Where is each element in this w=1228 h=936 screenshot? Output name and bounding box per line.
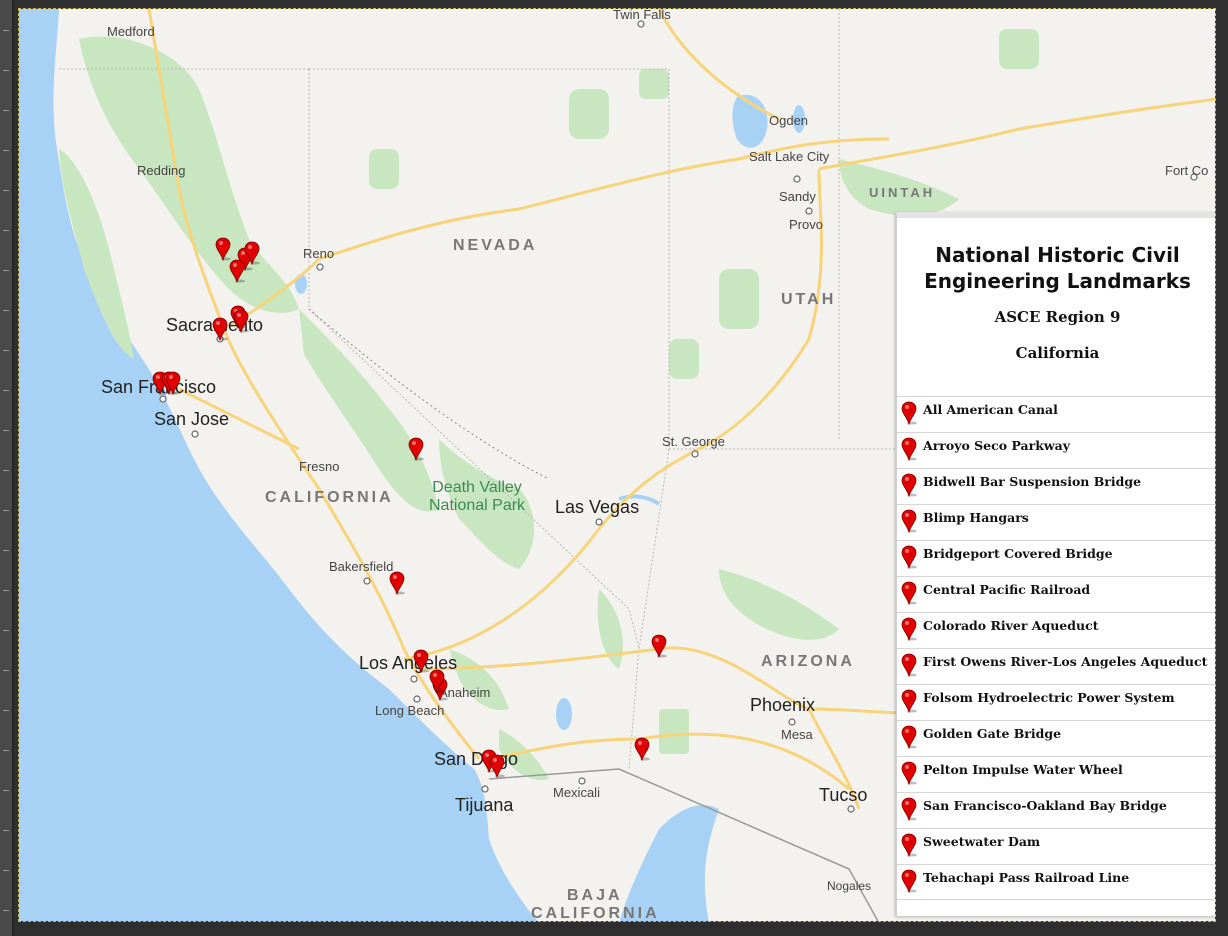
label-ogden: Ogden [769, 113, 809, 128]
map-pin-icon[interactable] [229, 259, 245, 284]
legend-item-label: Bidwell Bar Suspension Bridge [923, 474, 1142, 489]
label-mexicali: Mexicali [553, 785, 600, 800]
legend-item-label: Arroyo Seco Parkway [923, 438, 1070, 453]
label-sandy: Sandy [779, 189, 816, 204]
map-pin-icon[interactable] [165, 371, 181, 396]
label-bakersfield: Bakersfield [329, 559, 394, 574]
map-pin-icon[interactable] [389, 571, 405, 596]
label-fresno: Fresno [299, 459, 340, 474]
label-baja-california: CALIFORNIA [531, 905, 660, 922]
legend-item-label: San Francisco-Oakland Bay Bridge [923, 798, 1167, 813]
map-pin-icon [901, 581, 917, 606]
legend-item-label: Pelton Impulse Water Wheel [923, 762, 1123, 777]
label-twin-falls: Twin Falls [613, 8, 671, 22]
label-tucson: Tucso [819, 785, 868, 805]
map-pin-icon[interactable] [429, 669, 445, 694]
label-death-valley-line1: Death Valley [432, 479, 522, 496]
legend-item[interactable]: Folsom Hydroelectric Power System [897, 684, 1215, 720]
legend-item-label: Folsom Hydroelectric Power System [923, 690, 1175, 705]
label-baja: BAJA [567, 887, 623, 904]
label-death-valley-line2: National Park [429, 497, 526, 514]
label-uintah: UINTAH [869, 185, 936, 200]
label-las-vegas: Las Vegas [555, 497, 640, 517]
legend-title: National Historic Civil Engineering Land… [924, 243, 1191, 293]
viewer-frame: Medford Twin Falls Ogden Salt Lake City … [0, 0, 1228, 936]
label-long-beach: Long Beach [375, 703, 445, 718]
label-death-valley: Death Valley National Park [429, 479, 525, 515]
label-redding: Redding [137, 163, 186, 178]
legend-item[interactable]: All American Canal [897, 396, 1215, 432]
label-california: CALIFORNIA [265, 489, 394, 506]
label-nevada: NEVADA [453, 237, 538, 254]
legend-panel: National Historic Civil Engineering Land… [896, 212, 1215, 916]
label-salt-lake-city: Salt Lake City [749, 149, 830, 164]
legend-item[interactable]: San Francisco-Oakland Bay Bridge [897, 792, 1215, 828]
legend-item[interactable]: Golden Gate Bridge [897, 720, 1215, 756]
label-arizona: ARIZONA [761, 653, 855, 670]
label-san-diego: San Diego [434, 749, 519, 769]
legend-item[interactable]: Colorado River Aqueduct [897, 612, 1215, 648]
label-reno: Reno [303, 246, 335, 261]
legend-item[interactable]: Blimp Hangars [897, 504, 1215, 540]
label-medford: Medford [107, 24, 155, 39]
legend-item-label: Golden Gate Bridge [923, 726, 1062, 741]
map-pin-icon [901, 689, 917, 714]
map-pin-icon [901, 401, 917, 426]
map-pin-icon[interactable] [244, 241, 260, 266]
map-pin-icon [901, 869, 917, 894]
legend-item[interactable]: Tehachapi Pass Railroad Line [897, 864, 1215, 900]
map-pin-icon[interactable] [651, 634, 667, 659]
map-pin-icon [901, 761, 917, 786]
legend-item[interactable]: First Owens River-Los Angeles Aqueduct [897, 648, 1215, 684]
label-san-jose: San Jose [154, 409, 230, 429]
legend-item[interactable]: Bidwell Bar Suspension Bridge [897, 468, 1215, 504]
map-pin-icon[interactable] [212, 317, 228, 342]
label-tijuana: Tijuana [455, 795, 514, 815]
map-pin-icon[interactable] [634, 737, 650, 762]
map-pin-icon [901, 725, 917, 750]
legend-item-label: Blimp Hangars [923, 510, 1029, 525]
legend-item[interactable]: Central Pacific Railroad [897, 576, 1215, 612]
legend-item-label: Bridgeport Covered Bridge [923, 546, 1113, 561]
legend-item[interactable]: Arroyo Seco Parkway [897, 432, 1215, 468]
map-pin-icon [901, 797, 917, 822]
label-provo: Provo [789, 217, 823, 232]
map-pin-icon [901, 545, 917, 570]
legend-item-label: First Owens River-Los Angeles Aqueduct [923, 654, 1208, 669]
legend-item-label: All American Canal [923, 402, 1058, 417]
map-pin-icon [901, 653, 917, 678]
legend-state: California [1015, 344, 1100, 362]
legend-item-label: Tehachapi Pass Railroad Line [923, 870, 1130, 885]
map-pin-icon[interactable] [215, 237, 231, 262]
map-pin-icon [901, 509, 917, 534]
map-pin-icon [901, 437, 917, 462]
map-pin-icon[interactable] [233, 309, 249, 334]
label-fort-collins: Fort Co [1165, 163, 1209, 178]
label-mesa: Mesa [781, 727, 813, 742]
legend-item[interactable]: Sweetwater Dam [897, 828, 1215, 864]
map-pin-icon [901, 833, 917, 858]
legend-region: ASCE Region 9 [994, 308, 1121, 326]
label-utah: UTAH [781, 291, 837, 308]
legend-item-label: Colorado River Aqueduct [923, 618, 1099, 633]
map-pin-icon[interactable] [489, 754, 505, 779]
map-canvas[interactable]: Medford Twin Falls Ogden Salt Lake City … [18, 8, 1216, 922]
legend-item-label: Central Pacific Railroad [923, 582, 1091, 597]
left-ruler [0, 0, 13, 936]
map-pin-icon [901, 473, 917, 498]
legend-item-label: Sweetwater Dam [923, 834, 1041, 849]
legend-item[interactable]: Bridgeport Covered Bridge [897, 540, 1215, 576]
legend-item[interactable]: Pelton Impulse Water Wheel [897, 756, 1215, 792]
legend-list: All American Canal Arroyo Seco Parkway Bid… [897, 396, 1215, 900]
label-phoenix: Phoenix [750, 695, 816, 715]
label-st-george: St. George [662, 434, 725, 449]
label-nogales: Nogales [827, 879, 872, 893]
map-pin-icon[interactable] [413, 649, 429, 674]
map-pin-icon [901, 617, 917, 642]
map-pin-icon[interactable] [408, 437, 424, 462]
